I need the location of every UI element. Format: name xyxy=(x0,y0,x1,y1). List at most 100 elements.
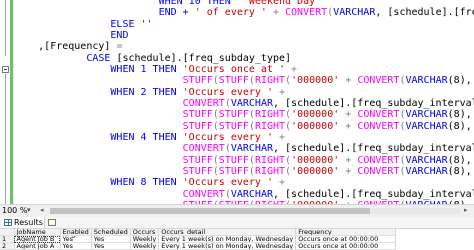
code-token: 'Occurs every ' xyxy=(182,177,273,189)
code-token: CASE xyxy=(0,52,117,64)
code-line[interactable]: STUFF(STUFF(RIGHT('000000' + CONVERT(VAR… xyxy=(0,121,474,133)
code-line[interactable]: WHEN 4 THEN 'Occurs every ' + xyxy=(0,132,285,144)
table-cell[interactable]: Yes xyxy=(91,235,131,243)
code-token: CONVERT xyxy=(0,143,225,155)
tab-results[interactable]: Results xyxy=(2,217,45,228)
scroll-right-icon[interactable]: ▸ xyxy=(464,206,468,214)
tab-messages[interactable]: Messages xyxy=(46,217,94,238)
code-token: (8), [schedule].[active_start xyxy=(447,109,472,121)
code-line[interactable]: CONVERT(VARCHAR, [schedule].[freq_subday… xyxy=(0,189,474,201)
sql-editor[interactable]: WHEN 10 THEN ' Weekend Day' END + ' of e… xyxy=(0,0,474,204)
column-header[interactable]: Enabled xyxy=(60,229,92,236)
zoom-level[interactable]: 100 % xyxy=(2,205,27,217)
row-number[interactable]: 1 xyxy=(0,235,15,243)
table-cell[interactable]: Occurs once at 00:00:00 xyxy=(295,235,397,243)
table-cell[interactable]: Yes xyxy=(91,242,131,250)
tab-results-label: Results xyxy=(14,218,43,227)
code-line[interactable]: STUFF(STUFF(RIGHT('000000' + CONVERT(VAR… xyxy=(0,155,474,167)
code-token: 'Occurs once at ' xyxy=(182,63,286,75)
results-tabs: Results Messages xyxy=(0,217,474,238)
code-token: WHEN 2 THEN xyxy=(0,86,183,98)
code-token: '000000' xyxy=(291,120,340,132)
code-token: WHEN 10 THEN xyxy=(0,0,237,7)
code-token: (8), [schedule].[active_start xyxy=(447,75,472,87)
code-token: STUFF xyxy=(0,75,213,87)
scrollbar-thumb[interactable] xyxy=(50,208,370,214)
code-token: '000000' xyxy=(291,75,340,87)
code-token: RIGHT xyxy=(254,154,286,166)
table-row[interactable]: 1 Agent Job B Yes Yes Weekly Every 1 wee… xyxy=(0,235,397,243)
code-token: VARCHAR xyxy=(405,154,448,166)
code-token: STUFF xyxy=(0,154,213,166)
code-token: CONVERT xyxy=(357,109,400,121)
code-token: STUFF xyxy=(218,154,249,166)
table-cell[interactable]: Every 1 week(s) on Monday, Wednesday xyxy=(158,242,297,250)
code-line[interactable]: ,[Frequency] = xyxy=(0,41,122,53)
code-token: (8), [schedule].[active_end_ti xyxy=(447,120,472,132)
code-token: STUFF xyxy=(218,109,249,121)
code-token: (8), [schedule].[active_start xyxy=(447,154,472,166)
code-line[interactable]: WHEN 8 THEN 'Occurs every ' + xyxy=(0,177,285,189)
code-token: [schedule].[freq_subday_type] xyxy=(116,52,292,64)
code-line[interactable]: END + ' of every ' + CONVERT(VARCHAR, [s… xyxy=(0,7,474,19)
code-line[interactable]: STUFF(STUFF(RIGHT('000000' + CONVERT(VAR… xyxy=(0,109,474,121)
code-token: STUFF xyxy=(218,120,249,132)
code-line[interactable]: END xyxy=(0,30,128,42)
code-token: VARCHAR xyxy=(405,165,448,177)
results-grid[interactable]: JobName Enabled Scheduled Occurs Occurs_… xyxy=(0,229,474,250)
code-line[interactable]: STUFF(STUFF(RIGHT('000000' + CONVERT(VAR… xyxy=(0,166,474,178)
code-token: WHEN 1 THEN xyxy=(0,63,183,75)
code-line[interactable]: CONVERT(VARCHAR, [schedule].[freq_subday… xyxy=(0,98,474,110)
message-icon xyxy=(48,219,56,226)
code-token: VARCHAR xyxy=(230,97,273,109)
code-token: , [schedule].[freq_subday_interval]) + xyxy=(273,188,474,200)
code-token: CONVERT xyxy=(0,188,225,200)
code-token: STUFF xyxy=(0,109,213,121)
code-token: CONVERT xyxy=(0,97,225,109)
table-cell[interactable]: Every 1 week(s) on Monday, Wednesday xyxy=(158,235,297,243)
column-header[interactable]: Occurs xyxy=(130,229,160,236)
code-token: + xyxy=(339,109,358,121)
code-token: CONVERT xyxy=(357,165,400,177)
table-cell[interactable]: Agent Job B xyxy=(14,235,61,243)
code-token: + xyxy=(339,120,358,132)
code-token: ,[Frequency] xyxy=(0,41,117,53)
grid-icon xyxy=(4,219,12,226)
code-token: '000000' xyxy=(291,165,340,177)
code-token: '' xyxy=(140,18,153,30)
code-token: RIGHT xyxy=(254,165,286,177)
scroll-left-icon[interactable]: ◂ xyxy=(40,206,44,214)
code-token: VARCHAR xyxy=(405,75,448,87)
code-token: WHEN 4 THEN xyxy=(0,131,183,143)
table-cell[interactable]: Weekly xyxy=(130,242,160,250)
code-token: (8), [schedule].[active_end_ti xyxy=(447,165,472,177)
code-token: ' Weekend Day' xyxy=(236,0,322,7)
row-number[interactable]: 2 xyxy=(0,242,15,250)
code-token: ' of every ' xyxy=(194,7,267,19)
table-cell[interactable]: Yes xyxy=(60,242,92,250)
table-cell[interactable]: Occurs once at 00:00:00 xyxy=(295,242,397,250)
code-token: RIGHT xyxy=(254,120,286,132)
code-line[interactable]: WHEN 1 THEN 'Occurs once at ' + xyxy=(0,64,297,76)
code-line[interactable]: STUFF(STUFF(RIGHT('000000' + CONVERT(VAR… xyxy=(0,75,474,87)
table-cell[interactable]: Yes xyxy=(60,235,92,243)
code-line[interactable]: CONVERT(VARCHAR, [schedule].[freq_subday… xyxy=(0,143,474,155)
code-token: '000000' xyxy=(291,154,340,166)
code-token: VARCHAR xyxy=(230,143,273,155)
code-line[interactable]: WHEN 2 THEN 'Occurs every ' + xyxy=(0,87,285,99)
zoom-dropdown-icon[interactable]: ▾ xyxy=(27,206,31,214)
code-token: + xyxy=(285,63,298,75)
code-token: = xyxy=(116,41,123,53)
table-row[interactable]: 2 Agent Job A Yes Yes Weekly Every 1 wee… xyxy=(0,242,397,250)
code-token: , [schedule].[freq_subday_interval]) + xyxy=(273,97,474,109)
code-line[interactable]: CASE [schedule].[freq_subday_type] xyxy=(0,53,291,65)
code-token: END xyxy=(0,29,129,41)
table-cell[interactable]: Agent Job A xyxy=(14,242,61,250)
code-token: STUFF xyxy=(0,120,213,132)
code-token: CONVERT xyxy=(357,120,400,132)
table-cell[interactable]: Weekly xyxy=(130,235,160,243)
code-token: + xyxy=(339,165,358,177)
code-line[interactable]: ELSE '' xyxy=(0,18,153,31)
code-token: + xyxy=(272,86,286,98)
column-header[interactable]: Scheduled xyxy=(91,229,131,236)
